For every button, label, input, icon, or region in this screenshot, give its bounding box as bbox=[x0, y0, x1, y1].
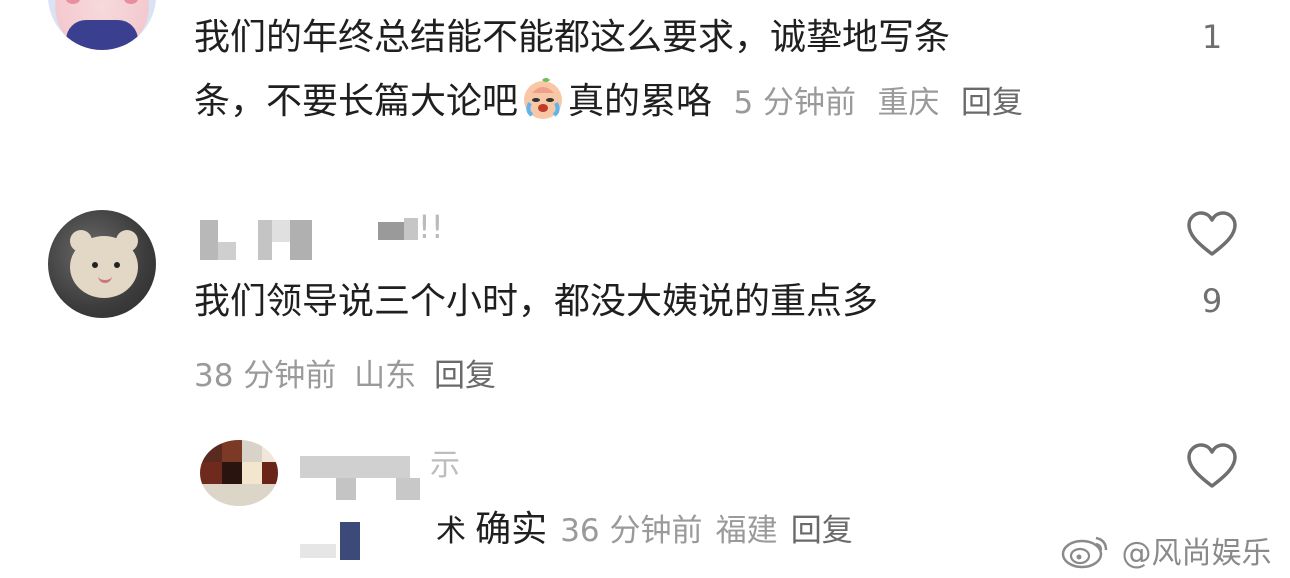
pixel-block bbox=[290, 220, 312, 260]
pixel-block bbox=[222, 440, 242, 462]
pixel-block bbox=[218, 242, 236, 260]
avatar-bear-eye bbox=[114, 262, 120, 268]
pixel-block bbox=[242, 462, 262, 484]
avatar-bear-eye bbox=[92, 262, 98, 268]
comment-time: 38 分钟前 bbox=[194, 358, 337, 394]
pixel-block bbox=[300, 544, 336, 558]
pixel-block bbox=[300, 456, 410, 478]
watermark-text: @风尚娱乐 bbox=[1121, 536, 1272, 571]
comment-text-line: 我们的年终总结能不能都这么要求，诚挚地写条 bbox=[194, 17, 951, 58]
comment-text-fragment: 条，不要长篇大论吧 bbox=[194, 81, 519, 122]
pixel-block bbox=[340, 522, 360, 560]
like-count: 9 bbox=[1201, 282, 1223, 320]
avatar-cheek bbox=[66, 0, 80, 4]
comment-text: 我们的年终总结能不能都这么要求，诚挚地写条 条，不要长篇大论吧 真的累咯 5 分… bbox=[194, 6, 1134, 135]
username-suffix: 示 bbox=[430, 448, 460, 483]
weibo-logo-icon bbox=[1060, 532, 1112, 578]
redacted-text-block bbox=[300, 520, 440, 560]
comment-text: 术 确实 36 分钟前 福建 回复 bbox=[436, 498, 853, 564]
pixel-block bbox=[258, 220, 272, 260]
comment-location: 山东 bbox=[354, 358, 417, 394]
comment-location: 重庆 bbox=[877, 85, 940, 121]
username-suffix: !! bbox=[418, 208, 444, 246]
reply-button[interactable]: 回复 bbox=[791, 513, 853, 549]
comment-text-fragment: 术 bbox=[436, 514, 466, 549]
pixel-block bbox=[242, 440, 262, 462]
comment-text-fragment: 确实 bbox=[475, 509, 548, 550]
pixel-block bbox=[378, 222, 404, 240]
comment-meta: 38 分钟前 山东 回复 bbox=[194, 350, 496, 395]
comment-text-line: 条，不要长篇大论吧 真的累咯 5 分钟前 重庆 回复 bbox=[194, 70, 1134, 135]
pixel-block bbox=[262, 462, 278, 484]
pixel-block bbox=[404, 218, 418, 240]
reply-button[interactable]: 回复 bbox=[434, 358, 496, 394]
avatar-cheek bbox=[124, 0, 138, 4]
comment-location: 福建 bbox=[715, 513, 778, 549]
avatar[interactable] bbox=[48, 0, 156, 50]
pixel-block bbox=[200, 484, 278, 506]
pixel-block bbox=[222, 462, 242, 484]
crying-face-emoji bbox=[520, 75, 566, 121]
avatar-shirt bbox=[66, 20, 138, 50]
avatar[interactable] bbox=[200, 440, 278, 506]
avatar[interactable] bbox=[48, 210, 156, 318]
username-redacted[interactable] bbox=[196, 212, 456, 260]
pixel-block bbox=[200, 440, 222, 462]
pixel-block bbox=[272, 220, 290, 242]
avatar-bear-head bbox=[70, 236, 138, 298]
pixel-block bbox=[396, 478, 420, 500]
comment-text-fragment: 真的累咯 bbox=[568, 81, 713, 122]
heart-icon[interactable] bbox=[1186, 442, 1238, 490]
pixel-block bbox=[336, 478, 356, 500]
like-count: 1 bbox=[1201, 18, 1223, 56]
comment-text: 我们领导说三个小时，都没大姨说的重点多 bbox=[194, 281, 879, 322]
watermark: @风尚娱乐 bbox=[1060, 528, 1272, 578]
heart-icon[interactable] bbox=[1186, 210, 1238, 258]
comment-time: 36 分钟前 bbox=[560, 513, 703, 549]
pixel-block bbox=[200, 462, 222, 484]
pixel-block bbox=[200, 220, 218, 260]
comment-time: 5 分钟前 bbox=[733, 85, 857, 121]
reply-button[interactable]: 回复 bbox=[961, 85, 1023, 121]
